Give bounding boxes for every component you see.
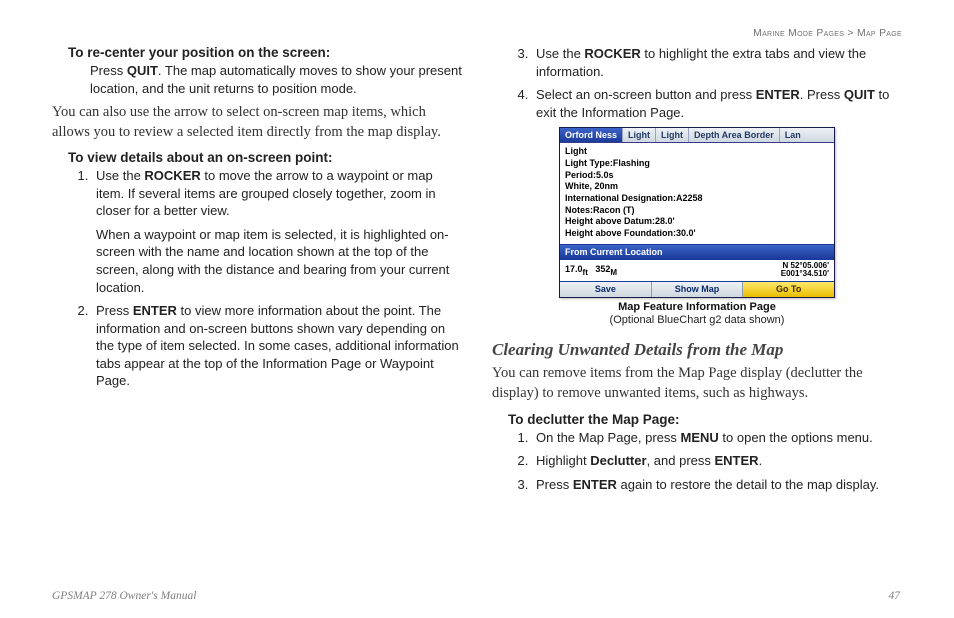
device-goto-button[interactable]: Go To [743,282,834,297]
para-clearing-details: You can remove items from the Map Page d… [492,364,902,403]
text-run: Use the [96,168,144,183]
list-item: Select an on-screen button and press ENT… [532,86,902,121]
breadcrumb-sep: > [844,28,857,39]
device-info-line: Period:5.0s [565,170,829,182]
breadcrumb-page: Map Page [857,28,902,39]
text-run: Select an on-screen button and press [536,87,756,102]
left-column: To re-center your position on the screen… [52,45,462,499]
right-column: Use the ROCKER to highlight the extra ta… [492,45,902,499]
list-item-para: When a waypoint or map item is selected,… [96,226,462,296]
breadcrumb-section: Marine Mode Pages [753,28,844,39]
device-info-line: Light Type:Flashing [565,158,829,170]
device-tab-active[interactable]: Orford Ness [560,128,623,142]
list-item: Press ENTER to view more information abo… [92,302,462,390]
device-lon: E001°34.510' [781,270,829,278]
device-info-line: Height above Foundation:30.0' [565,228,829,240]
device-info-line: Notes:Racon (T) [565,205,829,217]
text-run: Press [90,63,127,78]
text-run: Press [96,303,133,318]
device-showmap-button[interactable]: Show Map [652,282,744,297]
text-run: to open the options menu. [719,430,873,445]
text-run: . [759,453,763,468]
device-tab[interactable]: Lan [780,128,834,142]
footer: GPSMAP 278 Owner's Manual 47 [52,590,900,602]
keyword-enter: ENTER [715,453,759,468]
keyword-quit: QUIT [127,63,158,78]
device-info-line: Light [565,146,829,158]
list-declutter: On the Map Page, press MENU to open the … [492,429,902,494]
text-run: again to restore the detail to the map d… [617,477,879,492]
breadcrumb: Marine Mode Pages > Map Page [52,28,902,39]
para-recenter: Press QUIT. The map automatically moves … [90,62,462,97]
text-run: , and press [647,453,715,468]
device-caption-title: Map Feature Information Page [559,301,835,313]
list-item: On the Map Page, press MENU to open the … [532,429,902,447]
device-save-button[interactable]: Save [560,282,652,297]
footer-manual-title: GPSMAP 278 Owner's Manual [52,590,196,602]
text-run: Use the [536,46,584,61]
device-screenshot: Orford Ness Light Light Depth Area Borde… [559,127,835,326]
device-tabs: Orford Ness Light Light Depth Area Borde… [560,128,834,143]
text-run: . Press [800,87,844,102]
text-run: On the Map Page, press [536,430,681,445]
keyword-quit: QUIT [844,87,875,102]
device-button-row: Save Show Map Go To [560,281,834,297]
list-item: Use the ROCKER to move the arrow to a wa… [92,167,462,296]
keyword-rocker: ROCKER [584,46,640,61]
device-tab[interactable]: Light [656,128,689,142]
device-info-line: White, 20nm [565,181,829,193]
heading-declutter: To declutter the Map Page: [508,412,902,427]
keyword-enter: ENTER [573,477,617,492]
device-info-line: International Designation:A2258 [565,193,829,205]
keyword-enter: ENTER [756,87,800,102]
list-item: Highlight Declutter, and press ENTER. [532,452,902,470]
list-view-details: Use the ROCKER to move the arrow to a wa… [52,167,462,390]
device-distance: 17.0ft 352M [565,264,617,277]
device-info-body: Light Light Type:Flashing Period:5.0s Wh… [560,143,834,244]
device-from-bar: From Current Location [560,244,834,259]
list-view-details-cont: Use the ROCKER to highlight the extra ta… [492,45,902,121]
keyword-enter: ENTER [133,303,177,318]
keyword-rocker: ROCKER [144,168,200,183]
keyword-declutter: Declutter [590,453,646,468]
device-latlon: N 52°05.006' E001°34.510' [781,262,829,279]
footer-page-number: 47 [889,590,901,602]
heading-clearing-details: Clearing Unwanted Details from the Map [492,340,902,360]
list-item: Press ENTER again to restore the detail … [532,476,902,494]
text-run: Press [536,477,573,492]
heading-view-details: To view details about an on-screen point… [68,150,462,165]
heading-recenter: To re-center your position on the screen… [68,45,462,60]
device-tab[interactable]: Depth Area Border [689,128,780,142]
para-arrow-info: You can also use the arrow to select on-… [52,103,462,142]
device-caption-sub: (Optional BlueChart g2 data shown) [559,314,835,326]
list-item: Use the ROCKER to highlight the extra ta… [532,45,902,80]
device-tab[interactable]: Light [623,128,656,142]
keyword-menu: MENU [681,430,719,445]
text-run: Highlight [536,453,590,468]
device-distance-row: 17.0ft 352M N 52°05.006' E001°34.510' [560,259,834,282]
device-info-line: Height above Datum:28.0' [565,216,829,228]
